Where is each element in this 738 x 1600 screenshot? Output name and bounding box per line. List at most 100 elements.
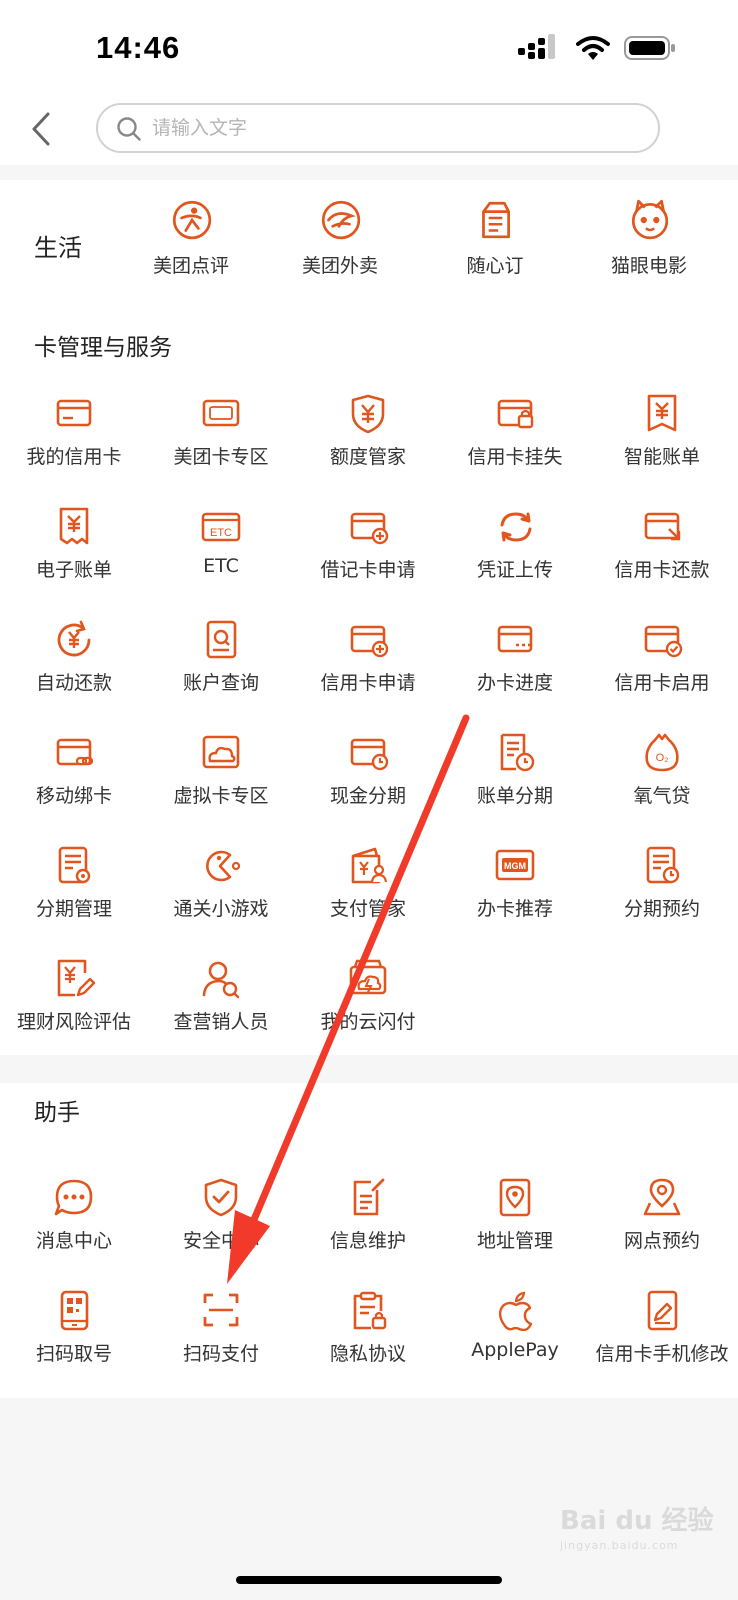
assistant-item[interactable]: 信用卡手机修改	[588, 1289, 736, 1389]
item-label: 地址管理	[476, 1230, 553, 1252]
card-services-item[interactable]: 自动还款	[0, 618, 148, 718]
clipboard-lock-icon	[353, 1291, 387, 1330]
assistant-item[interactable]: 消息中心	[0, 1176, 148, 1276]
assistant-item[interactable]: 地址管理	[441, 1176, 589, 1276]
item-label: 智能账单	[623, 446, 700, 468]
watermark-text: Bai du 经验	[560, 1506, 714, 1536]
card-services-item[interactable]: 分期管理	[0, 844, 148, 944]
life-item[interactable]: 美团外卖	[266, 197, 414, 297]
item-label: 猫眼电影	[610, 255, 687, 277]
card-services-item[interactable]: 信用卡挂失	[441, 392, 589, 492]
card-services-item[interactable]: 移动绑卡	[0, 731, 148, 831]
item-label: 安全中心	[182, 1230, 259, 1252]
card-services-item[interactable]: 凭证上传	[441, 505, 589, 605]
card-services-item[interactable]: 理财风险评估	[0, 957, 148, 1057]
doc-clock-icon	[646, 846, 680, 884]
person-search-icon	[202, 961, 240, 999]
card-lock-icon	[497, 399, 534, 429]
phone-qr-icon	[60, 1290, 89, 1331]
assistant-item[interactable]: ApplePay	[441, 1289, 589, 1389]
item-label: 支付管家	[329, 898, 406, 920]
card-services-item[interactable]: 信用卡申请	[294, 618, 442, 718]
item-label: 信用卡手机修改	[595, 1343, 729, 1365]
account-query-icon	[206, 620, 237, 659]
item-label: 查营销人员	[173, 1011, 269, 1033]
svg-text:ETC: ETC	[210, 527, 232, 539]
life-item[interactable]: 美团点评	[117, 197, 265, 297]
card-services-item[interactable]: 电子账单	[0, 505, 148, 605]
card-services-section-title: 卡管理与服务	[34, 335, 172, 361]
assistant-item[interactable]: 隐私协议	[294, 1289, 442, 1389]
chevron-left-icon	[32, 112, 50, 146]
item-label: ApplePay	[471, 1339, 559, 1361]
assistant-item[interactable]: 扫码支付	[147, 1289, 295, 1389]
card-services-item[interactable]: 信用卡启用	[588, 618, 736, 718]
location-pin-icon	[643, 1178, 681, 1216]
meituan-dianping-icon	[172, 200, 212, 240]
doc-edit-icon	[353, 1178, 385, 1216]
card-services-item[interactable]: 美团卡专区	[147, 392, 295, 492]
home-indicator[interactable]	[236, 1576, 502, 1584]
o2-bag-icon: O₂	[645, 733, 679, 772]
item-label: 扫码支付	[182, 1343, 259, 1365]
yuan-receipt-icon	[59, 507, 89, 545]
card-services-item[interactable]: 信用卡还款	[588, 505, 736, 605]
card-services-item[interactable]: 我的云闪付	[294, 957, 442, 1057]
etc-card-icon: ETC	[201, 512, 241, 542]
card-services-item[interactable]: 现金分期	[294, 731, 442, 831]
card-add-icon	[350, 512, 389, 545]
item-label: 我的信用卡	[26, 446, 122, 468]
card-services-item[interactable]: 我的信用卡	[0, 392, 148, 492]
scan-frame-icon	[203, 1293, 239, 1327]
life-item[interactable]: 猫眼电影	[575, 197, 723, 297]
cat-eye-icon	[631, 199, 669, 240]
item-label: 通关小游戏	[173, 898, 269, 920]
status-time: 14:46	[96, 30, 181, 65]
battery-icon	[624, 36, 675, 60]
card-services-item[interactable]: O₂ 氧气贷	[588, 731, 736, 831]
card-services-item[interactable]: MGM 办卡推荐	[441, 844, 589, 944]
item-label: 信息维护	[329, 1230, 406, 1252]
mgm-card-icon: MGM	[495, 849, 535, 881]
card-services-item[interactable]: 账户查询	[147, 618, 295, 718]
card-services-item[interactable]: ETC ETC	[147, 505, 295, 605]
item-label: 现金分期	[329, 785, 406, 807]
status-bar: 14:46	[0, 0, 738, 95]
back-button[interactable]	[28, 111, 58, 147]
assistant-item[interactable]: 网点预约	[588, 1176, 736, 1276]
card-services-item[interactable]: 虚拟卡专区	[147, 731, 295, 831]
meituan-card-icon	[202, 399, 240, 427]
card-services-item[interactable]: 借记卡申请	[294, 505, 442, 605]
credit-card-icon	[56, 399, 92, 427]
search-box[interactable]	[96, 103, 660, 153]
item-label: 办卡推荐	[476, 898, 553, 920]
card-services-item[interactable]: 账单分期	[441, 731, 589, 831]
item-label: 随心订	[466, 255, 524, 277]
search-header	[0, 95, 738, 165]
yuan-doc-edit-icon	[57, 959, 95, 997]
card-services-item[interactable]: 支付管家	[294, 844, 442, 944]
assistant-item[interactable]: 信息维护	[294, 1176, 442, 1276]
assistant-item[interactable]: 扫码取号	[0, 1289, 148, 1389]
baidu-watermark: Bai du 经验 jingyan.baidu.com	[560, 1500, 714, 1552]
card-services-item[interactable]: 办卡进度	[441, 618, 589, 718]
yuan-bill-icon	[647, 394, 677, 432]
item-label: 账户查询	[182, 672, 259, 694]
item-label: 扫码取号	[35, 1343, 112, 1365]
item-label: 我的云闪付	[320, 1011, 416, 1033]
life-section-title: 生活	[34, 234, 82, 262]
doc-gear-icon	[58, 846, 91, 884]
card-link-icon	[56, 738, 94, 766]
assistant-item[interactable]: 安全中心	[147, 1176, 295, 1276]
card-services-item[interactable]: 分期预约	[588, 844, 736, 944]
item-label: 美团点评	[152, 255, 229, 277]
search-input[interactable]	[152, 111, 632, 145]
life-item[interactable]: 随心订	[421, 197, 569, 297]
item-label: 信用卡启用	[614, 672, 710, 694]
card-services-item[interactable]: 查营销人员	[147, 957, 295, 1057]
card-services-item[interactable]: 额度管家	[294, 392, 442, 492]
card-services-item[interactable]: 通关小游戏	[147, 844, 295, 944]
item-label: 消息中心	[35, 1230, 112, 1252]
card-services-item[interactable]: 智能账单	[588, 392, 736, 492]
item-label: 氧气贷	[633, 785, 691, 807]
